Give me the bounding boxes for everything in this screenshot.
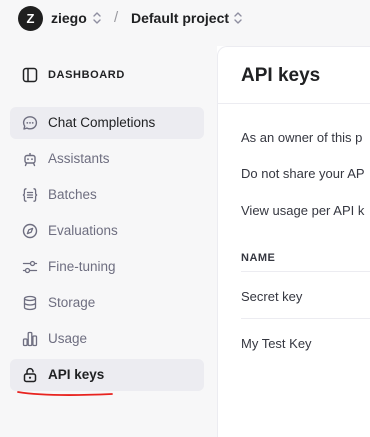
sidebar: DASHBOARD Chat Completions Assistants Ba… xyxy=(0,46,217,437)
org-avatar[interactable]: Z xyxy=(18,6,43,31)
top-bar: Z ziego / Default project xyxy=(0,0,370,46)
sidebar-item-evaluations[interactable]: Evaluations xyxy=(10,215,204,247)
braces-list-icon xyxy=(22,188,38,202)
description-text: As an owner of this p xyxy=(241,130,363,145)
table-header-name[interactable]: NAME xyxy=(241,252,275,264)
sidebar-item-fine-tuning[interactable]: Fine-tuning xyxy=(10,251,204,283)
chevron-up-down-icon[interactable] xyxy=(233,11,243,25)
divider xyxy=(218,103,370,104)
table-row[interactable]: Secret key xyxy=(241,289,302,304)
chat-bubble-icon xyxy=(22,116,38,130)
dashboard-section[interactable]: DASHBOARD xyxy=(22,66,125,84)
sidebar-item-label: Usage xyxy=(48,331,88,346)
bar-chart-icon xyxy=(22,331,38,347)
sidebar-item-chat-completions[interactable]: Chat Completions xyxy=(10,107,204,139)
lock-icon xyxy=(23,367,37,383)
sidebar-item-label: Fine-tuning xyxy=(48,259,116,274)
sidebar-item-label: API keys xyxy=(48,367,105,382)
robot-icon xyxy=(24,153,36,167)
compass-icon xyxy=(22,223,38,239)
chevron-up-down-icon[interactable] xyxy=(92,11,102,25)
divider xyxy=(241,271,370,272)
sidebar-item-storage[interactable]: Storage xyxy=(10,287,204,319)
sidebar-item-label: Evaluations xyxy=(48,223,118,238)
usage-link-text: View usage per API k xyxy=(241,203,365,218)
annotation-underline xyxy=(17,391,113,396)
page-title: API keys xyxy=(241,65,321,86)
sidebar-item-label: Assistants xyxy=(48,151,110,166)
divider xyxy=(241,318,370,319)
sidebar-item-label: Batches xyxy=(48,187,97,202)
project-switcher[interactable]: Default project xyxy=(131,10,229,26)
dashboard-label: DASHBOARD xyxy=(48,69,125,81)
sliders-icon xyxy=(22,260,38,274)
database-icon xyxy=(23,295,37,311)
sidebar-item-batches[interactable]: Batches xyxy=(10,179,204,211)
org-switcher[interactable]: ziego xyxy=(51,10,87,26)
sidebar-panel-icon xyxy=(22,67,38,83)
sidebar-item-assistants[interactable]: Assistants xyxy=(10,143,204,175)
sidebar-item-api-keys[interactable]: API keys xyxy=(10,359,204,391)
sidebar-item-label: Storage xyxy=(48,295,96,310)
sidebar-item-label: Chat Completions xyxy=(48,115,156,130)
sidebar-item-usage[interactable]: Usage xyxy=(10,323,204,355)
description-text: Do not share your AP xyxy=(241,166,365,181)
table-row[interactable]: My Test Key xyxy=(241,336,312,351)
main-panel: API keys As an owner of this p Do not sh… xyxy=(217,46,370,437)
breadcrumb-separator: / xyxy=(114,9,119,26)
